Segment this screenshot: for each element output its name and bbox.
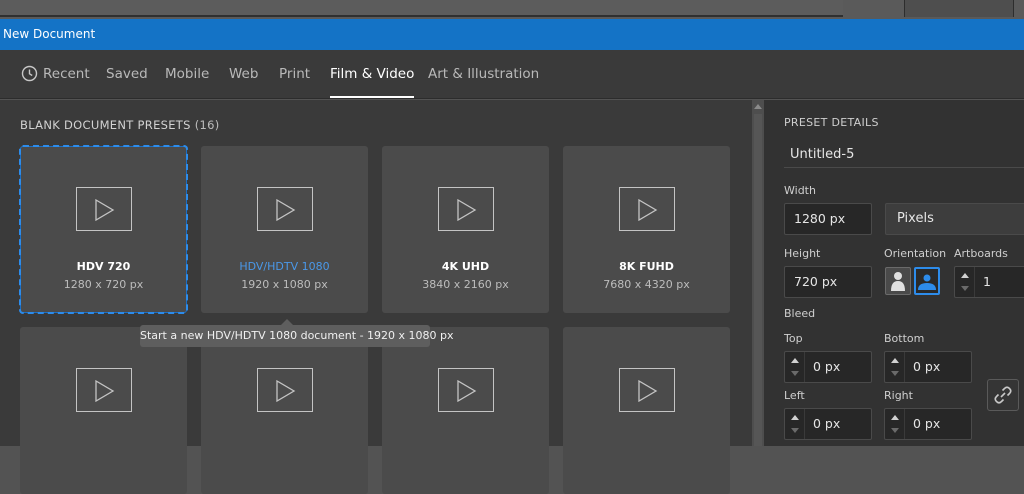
preset-dimensions: 1280 x 720 px [63,278,144,291]
preset-card-hdv-720[interactable]: HDV 720 1280 x 720 px [19,145,188,314]
width-input[interactable]: 1280 px [784,203,872,235]
preset-card-4k-uhd[interactable]: 4K UHD 3840 x 2160 px [382,146,549,313]
bleed-right-value: 0 px [913,416,941,431]
tab-saved[interactable]: Saved [106,50,148,98]
portrait-orientation-button[interactable] [885,267,911,295]
preset-dimensions: 1920 x 1080 px [241,278,328,291]
video-icon [438,368,494,412]
preset-tooltip: Start a new HDV/HDTV 1080 document - 192… [140,319,454,347]
artboards-value: 1 [983,274,991,289]
presets-heading: BLANK DOCUMENT PRESETS (16) [20,118,220,132]
bleed-left-value: 0 px [813,416,841,431]
preset-name: HDV/HDTV 1080 [239,260,330,273]
video-icon [619,368,675,412]
background-scrollbox [904,0,1014,17]
presets-count: (16) [194,118,220,132]
tab-mobile[interactable]: Mobile [165,50,209,98]
orientation-label: Orientation [884,247,947,260]
bleed-left-stepper[interactable]: 0 px [784,408,872,440]
video-icon [76,187,132,231]
preset-name: 4K UHD [441,260,490,273]
height-input[interactable]: 720 px [784,266,872,298]
preset-card[interactable] [201,327,368,494]
category-tabs: Recent Saved Mobile Web Print Film & Vid… [0,50,1024,99]
preset-card-8k-fuhd[interactable]: 8K FUHD 7680 x 4320 px [563,146,730,313]
background-panel [0,0,843,17]
landscape-icon [918,274,936,290]
stepper-arrows[interactable] [885,352,905,382]
scrollbar-thumb[interactable] [754,114,762,446]
preset-details-panel: PRESET DETAILS Untitled-5 Width 1280 px … [764,100,1024,446]
tab-art-illustration[interactable]: Art & Illustration [428,50,539,98]
video-icon [257,368,313,412]
stepper-arrows[interactable] [785,409,805,439]
tab-print[interactable]: Print [279,50,310,98]
preset-dimensions: 3840 x 2160 px [422,278,509,291]
bleed-right-stepper[interactable]: 0 px [884,408,972,440]
presets-area: BLANK DOCUMENT PRESETS (16) HDV 720 1280 … [0,100,752,494]
video-icon [619,187,675,231]
preset-card[interactable] [382,327,549,494]
artboards-label: Artboards [954,247,1008,260]
tab-film-video[interactable]: Film & Video [330,50,415,98]
bleed-top-value: 0 px [813,359,841,374]
bleed-bottom-value: 0 px [913,359,941,374]
bleed-top-stepper[interactable]: 0 px [784,351,872,383]
bleed-right-label: Right [884,389,913,402]
clock-icon [21,65,38,82]
bleed-bottom-label: Bottom [884,332,925,345]
dialog-title: New Document [0,19,1024,50]
preset-card[interactable] [20,327,187,494]
preset-details-heading: PRESET DETAILS [784,116,879,129]
presets-scrollbar[interactable] [752,100,764,446]
document-name-field[interactable]: Untitled-5 [784,142,1024,168]
units-dropdown[interactable]: Pixels [885,203,1024,235]
tab-recent[interactable]: Recent [43,50,90,98]
bleed-left-label: Left [784,389,805,402]
video-icon [76,368,132,412]
stepper-arrows[interactable] [885,409,905,439]
height-label: Height [784,247,821,260]
bleed-label: Bleed [784,307,816,320]
background-app-strip [0,0,1024,19]
preset-name: 8K FUHD [619,260,674,273]
presets-title: BLANK DOCUMENT PRESETS [20,118,191,132]
tab-web[interactable]: Web [229,50,258,98]
bleed-bottom-stepper[interactable]: 0 px [884,351,972,383]
stepper-arrows[interactable] [785,352,805,382]
scroll-up-icon[interactable] [754,104,762,109]
stepper-arrows[interactable] [955,267,975,297]
link-icon [994,386,1012,404]
bleed-top-label: Top [784,332,803,345]
preset-card[interactable] [563,327,730,494]
landscape-orientation-button[interactable] [914,267,940,295]
video-icon [257,187,313,231]
video-icon [438,187,494,231]
preset-dimensions: 7680 x 4320 px [603,278,690,291]
portrait-icon [891,272,905,291]
preset-name: HDV 720 [76,260,131,273]
width-label: Width [784,184,816,197]
artboards-stepper[interactable]: 1 [954,266,1024,298]
preset-card-hdv-hdtv-1080[interactable]: HDV/HDTV 1080 1920 x 1080 px [201,146,368,313]
link-bleed-button[interactable] [987,379,1019,411]
